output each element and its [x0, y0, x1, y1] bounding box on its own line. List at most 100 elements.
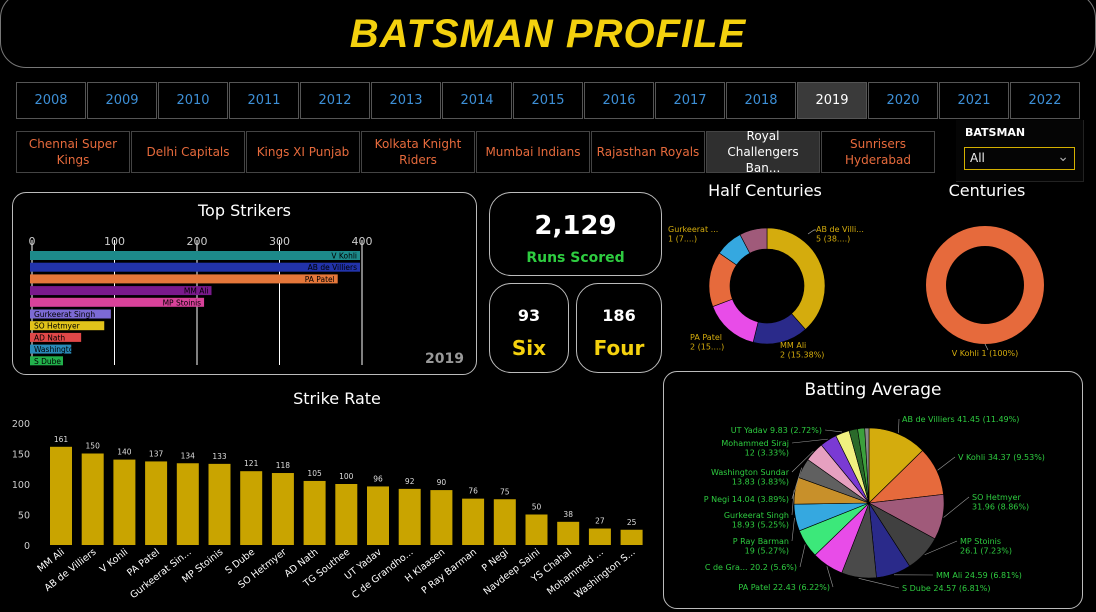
year-slicer: 2008 2009 2010 2011 2012 2013 2014 2015 2016 2017…	[16, 82, 1081, 119]
half-centuries-leader-line	[807, 229, 816, 235]
strike-rate-data-label: 76	[468, 487, 478, 496]
top-strikers-card: Top Strikers 0 100 200 300 400 V Kohli AB de V…	[12, 192, 477, 375]
top-strikers-tick-label: 100	[104, 235, 125, 248]
batting-average-data-label: P Ray Barman 19 (5.27%)	[733, 537, 789, 556]
batting-average-data-label: V Kohli 34.37 (9.53%)	[958, 453, 1045, 462]
batsman-dropdown-value: All	[970, 151, 985, 165]
strike-rate-bar	[367, 486, 389, 545]
four-label: Four	[593, 336, 645, 360]
team-button-royal-challengers-ban[interactable]: Royal Challengers Ban...	[706, 129, 820, 175]
team-button-chennai-super-kings[interactable]: Chennai Super Kings	[16, 131, 130, 173]
batting-average-data-label: Washington Sundar 13.83 (3.83%)	[711, 468, 790, 487]
top-strikers-bar-label: PA Patel	[305, 275, 335, 284]
batting-average-data-label: Gurkeerat Singh 18.93 (5.25%)	[724, 511, 789, 530]
team-button-mumbai-indians[interactable]: Mumbai Indians	[476, 131, 590, 173]
team-button-rajasthan-royals[interactable]: Rajasthan Royals	[591, 131, 705, 173]
strike-rate-data-label: 133	[212, 452, 227, 461]
batting-average-leader-line	[791, 438, 828, 444]
strike-rate-bar	[398, 488, 421, 545]
top-strikers-chart: 0 100 200 300 400 V Kohli AB de Villiers PA Pat…	[29, 235, 465, 367]
strike-rate-bar	[493, 499, 516, 545]
year-button-2019[interactable]: 2019	[797, 82, 867, 119]
year-button-2020[interactable]: 2020	[868, 82, 938, 119]
strike-rate-bar	[145, 461, 168, 545]
batting-average-data-label: AB de Villiers 41.45 (11.49%)	[902, 415, 1019, 424]
year-button-2008[interactable]: 2008	[16, 82, 86, 119]
batting-average-chart: AB de Villiers 41.45 (11.49%) V Kohli 34.…	[704, 415, 1045, 593]
strike-rate-data-label: 96	[373, 474, 383, 483]
team-button-kolkata-knight-riders[interactable]: Kolkata Knight Riders	[361, 131, 475, 173]
year-button-2022[interactable]: 2022	[1010, 82, 1080, 119]
six-label: Six	[511, 336, 547, 360]
strike-rate-bar	[620, 529, 643, 545]
runs-card: 2,129 Runs Scored	[489, 192, 662, 276]
strike-rate-data-label: 118	[276, 461, 291, 470]
top-strikers-bar-label: MM Ali	[184, 287, 209, 296]
year-button-2015[interactable]: 2015	[513, 82, 583, 119]
year-button-2016[interactable]: 2016	[584, 82, 654, 119]
year-button-2018[interactable]: 2018	[726, 82, 796, 119]
year-button-2011[interactable]: 2011	[229, 82, 299, 119]
strike-rate-bar	[176, 463, 199, 545]
strike-rate-data-label: 134	[181, 451, 196, 460]
centuries-slice	[926, 226, 1044, 344]
batting-average-leader-line	[943, 496, 970, 518]
top-strikers-bar	[30, 251, 360, 260]
batting-average-data-label: C de Gra... 20.2 (5.6%)	[705, 563, 797, 572]
team-button-sunrisers-hyderabad[interactable]: Sunrisers Hyderabad	[821, 131, 935, 173]
top-strikers-tick-label: 400	[352, 235, 373, 248]
strike-rate-bar	[240, 471, 263, 545]
strike-rate-data-label: 105	[307, 469, 322, 478]
year-button-2012[interactable]: 2012	[300, 82, 370, 119]
strike-rate-bar	[335, 484, 358, 545]
strike-rate-data-label: 100	[339, 472, 354, 481]
half-centuries-data-label: PA Patel 2 (15....)	[690, 333, 724, 352]
strike-rate-bar	[50, 446, 72, 545]
six-card: 93 Six	[489, 283, 569, 373]
year-button-2010[interactable]: 2010	[158, 82, 228, 119]
batting-average-leader-line	[858, 578, 900, 589]
strike-rate-bar	[557, 521, 580, 545]
batting-average-card: Batting Average AB de Villiers 41.45 (11…	[663, 371, 1083, 609]
team-button-kings-xi-punjab[interactable]: Kings XI Punjab	[246, 131, 360, 173]
batting-average-leader-line	[937, 456, 956, 471]
top-strikers-bar-label: AD Nath	[34, 333, 65, 342]
batsman-slicer-label: BATSMAN	[965, 126, 1026, 139]
four-value: 186	[602, 306, 636, 325]
top-strikers-bar-label: AB de Villiers	[308, 263, 357, 272]
top-strikers-tick-label: 200	[187, 235, 208, 248]
strike-rate-bar	[588, 528, 611, 545]
strike-rate-bar	[271, 473, 294, 545]
half-centuries-data-label: Gurkeerat ... 1 (7....)	[668, 225, 718, 244]
batting-average-data-label: MP Stoinis 26.1 (7.23%)	[960, 537, 1012, 556]
strike-rate-data-label: 121	[244, 459, 259, 468]
strike-rate-tick-label: 100	[12, 480, 30, 491]
year-button-2021[interactable]: 2021	[939, 82, 1009, 119]
four-card: 186 Four	[576, 283, 662, 373]
year-button-2014[interactable]: 2014	[442, 82, 512, 119]
batting-average-leader-line	[791, 517, 795, 542]
strike-rate-bar	[81, 453, 104, 545]
team-slicer: Chennai Super Kings Delhi Capitals Kings X…	[16, 129, 936, 175]
batting-average-data-label: PA Patel 22.43 (6.22%)	[738, 583, 830, 592]
centuries-data-label: V Kohli 1 (100%)	[952, 349, 1019, 358]
year-button-2017[interactable]: 2017	[655, 82, 725, 119]
strike-rate-tick-label: 150	[12, 450, 30, 461]
strike-rate-data-label: 50	[532, 503, 542, 512]
batting-average-data-label: UT Yadav 9.83 (2.72%)	[731, 426, 822, 435]
top-strikers-bar-label: Gurkeerat Singh	[34, 310, 95, 319]
batting-average-leader-line	[824, 429, 843, 433]
half-centuries-title: Half Centuries	[708, 181, 822, 200]
year-button-2013[interactable]: 2013	[371, 82, 441, 119]
batting-average-data-label: S Dube 24.57 (6.81%)	[902, 584, 991, 593]
strike-rate-bar	[303, 480, 326, 545]
batsman-dropdown[interactable]: All ⌄	[964, 147, 1075, 170]
strike-rate-tick-label: 50	[18, 511, 30, 522]
top-strikers-bar-label: Washington S...	[34, 345, 92, 354]
half-centuries-data-label: AB de Villi... 5 (38....)	[816, 225, 864, 244]
strike-rate-data-label: 25	[627, 518, 637, 527]
team-button-delhi-capitals[interactable]: Delhi Capitals	[131, 131, 245, 173]
year-button-2009[interactable]: 2009	[87, 82, 157, 119]
top-strikers-bar-label: SO Hetmyer	[34, 322, 81, 331]
strike-rate-bar	[208, 463, 231, 545]
